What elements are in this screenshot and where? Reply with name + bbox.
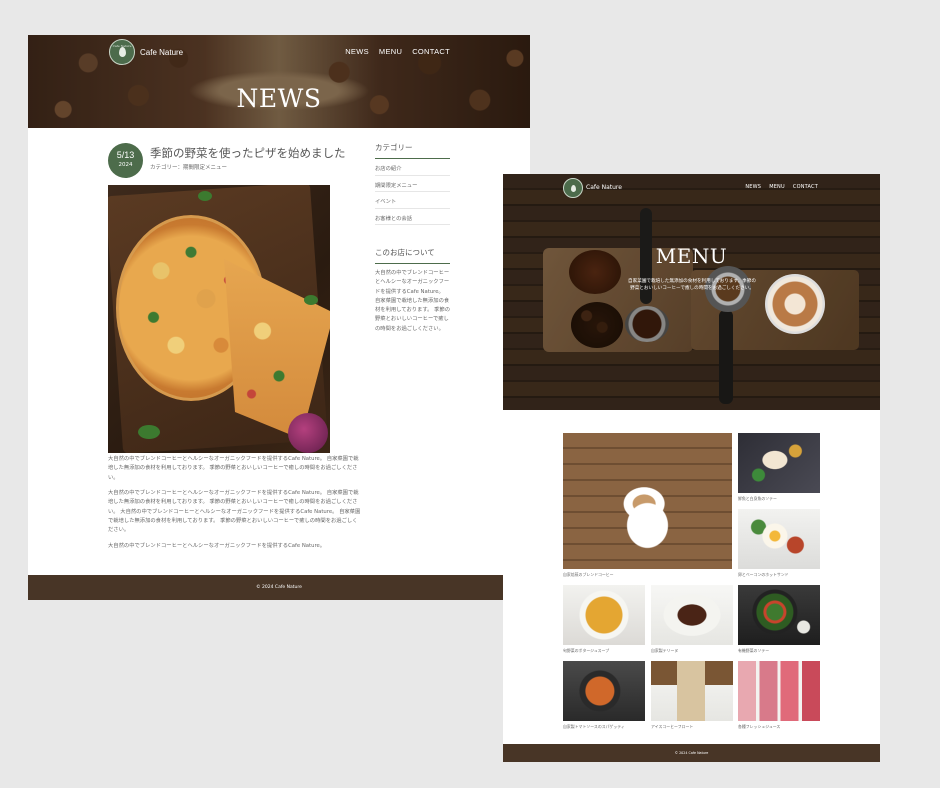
nav-item-contact[interactable]: CONTACT bbox=[793, 184, 818, 190]
menu-item-label: 自家製テリーヌ bbox=[651, 648, 679, 653]
menu-item-photo[interactable] bbox=[651, 661, 733, 721]
sidebar-item-limited-menu[interactable]: 期間限定メニュー bbox=[375, 176, 450, 192]
menu-item-photo[interactable] bbox=[563, 585, 645, 645]
post-paragraph: 大自然の中でブレンドコーヒーとヘルシーなオーガニックフードを提供するCafe N… bbox=[108, 490, 361, 534]
menu-hero-title: MENU bbox=[655, 244, 728, 268]
menu-item-photo[interactable] bbox=[738, 661, 820, 721]
brand-name[interactable]: Cafe Nature bbox=[140, 48, 183, 57]
menu-item-photo[interactable] bbox=[651, 585, 733, 645]
sidebar-item-conversation[interactable]: お客様との会話 bbox=[375, 209, 450, 225]
brand-name[interactable]: Cafe Nature bbox=[586, 184, 622, 191]
news-page: Cafe Nature Cafe Nature NEWS MENU CONTAC… bbox=[28, 35, 530, 600]
news-hero-title: NEWS bbox=[236, 84, 322, 113]
menu-item-label: 旬野菜のポタージュスープ bbox=[563, 648, 610, 653]
post-paragraph: 大自然の中でブレンドコーヒーとヘルシーなオーガニックフードを提供するCafe N… bbox=[108, 543, 326, 549]
menu-footer: © 2024 Cafe Nature bbox=[503, 744, 880, 762]
menu-item-label: 自家焙煎のブレンドコーヒー bbox=[563, 572, 614, 577]
nav-item-contact[interactable]: CONTACT bbox=[412, 47, 450, 56]
menu-item-label: 各種フレッシュジュース bbox=[738, 724, 781, 729]
nav-item-menu[interactable]: MENU bbox=[379, 47, 402, 56]
news-hero-image bbox=[28, 35, 530, 128]
date-day: 5/13 bbox=[116, 150, 135, 160]
menu-item-label: 鮮魚と白身魚のソテー bbox=[738, 496, 777, 501]
logo-icon[interactable]: Cafe Nature bbox=[109, 39, 135, 65]
nav-item-menu[interactable]: MENU bbox=[769, 184, 785, 190]
menu-item-photo[interactable] bbox=[563, 433, 732, 569]
sidebar-categories: カテゴリー お店の紹介 期間限定メニュー イベント お客様との会話 bbox=[375, 142, 450, 225]
sidebar-about-text: 大自然の中でブレンドコーヒーとヘルシーなオーガニックフードを提供するCafe N… bbox=[375, 270, 450, 332]
post-title: 季節の野菜を使ったピザを始めました bbox=[150, 146, 346, 160]
menu-item-label: 有機野菜のソテー bbox=[738, 648, 770, 653]
post-category[interactable]: カテゴリー：期間限定メニュー bbox=[150, 163, 227, 171]
top-nav: NEWS MENU CONTACT bbox=[345, 47, 450, 56]
menu-item-photo[interactable] bbox=[738, 433, 820, 493]
menu-hero-text: 自家菜園で栽培した無添加の食材を利用しております。季節の野菜とおいしいコーヒーで… bbox=[628, 279, 756, 291]
sidebar-item-shop[interactable]: お店の紹介 bbox=[375, 159, 450, 176]
menu-item-photo[interactable] bbox=[738, 585, 820, 645]
menu-item-label: アイスコーヒーフロート bbox=[651, 724, 694, 729]
news-footer: © 2024 Cafe Nature bbox=[28, 575, 530, 600]
menu-item-label: 卵とベーコンのホットサンド bbox=[738, 572, 789, 577]
nav-item-news[interactable]: NEWS bbox=[345, 47, 369, 56]
logo-icon[interactable] bbox=[563, 178, 583, 198]
date-badge: 5/13 2024 bbox=[108, 143, 143, 178]
post-paragraph: 大自然の中でブレンドコーヒーとヘルシーなオーガニックフードを提供するCafe N… bbox=[108, 456, 359, 481]
sidebar-item-event[interactable]: イベント bbox=[375, 192, 450, 209]
sidebar-about-heading: このお店について bbox=[375, 247, 450, 264]
pizza-photo bbox=[108, 185, 330, 453]
menu-item-photo[interactable] bbox=[563, 661, 645, 721]
top-nav: NEWS MENU CONTACT bbox=[745, 184, 818, 190]
menu-item-photo[interactable] bbox=[738, 509, 820, 569]
sidebar-category-heading: カテゴリー bbox=[375, 142, 450, 159]
menu-item-label: 自家製トマトソースのスパゲッティ bbox=[563, 724, 625, 729]
date-year: 2024 bbox=[118, 162, 133, 168]
menu-page: Cafe Nature NEWS MENU CONTACT MENU 自家菜園で… bbox=[503, 174, 880, 762]
sidebar-about: このお店について 大自然の中でブレンドコーヒーとヘルシーなオーガニックフードを提… bbox=[375, 247, 450, 334]
nav-item-news[interactable]: NEWS bbox=[745, 184, 761, 190]
